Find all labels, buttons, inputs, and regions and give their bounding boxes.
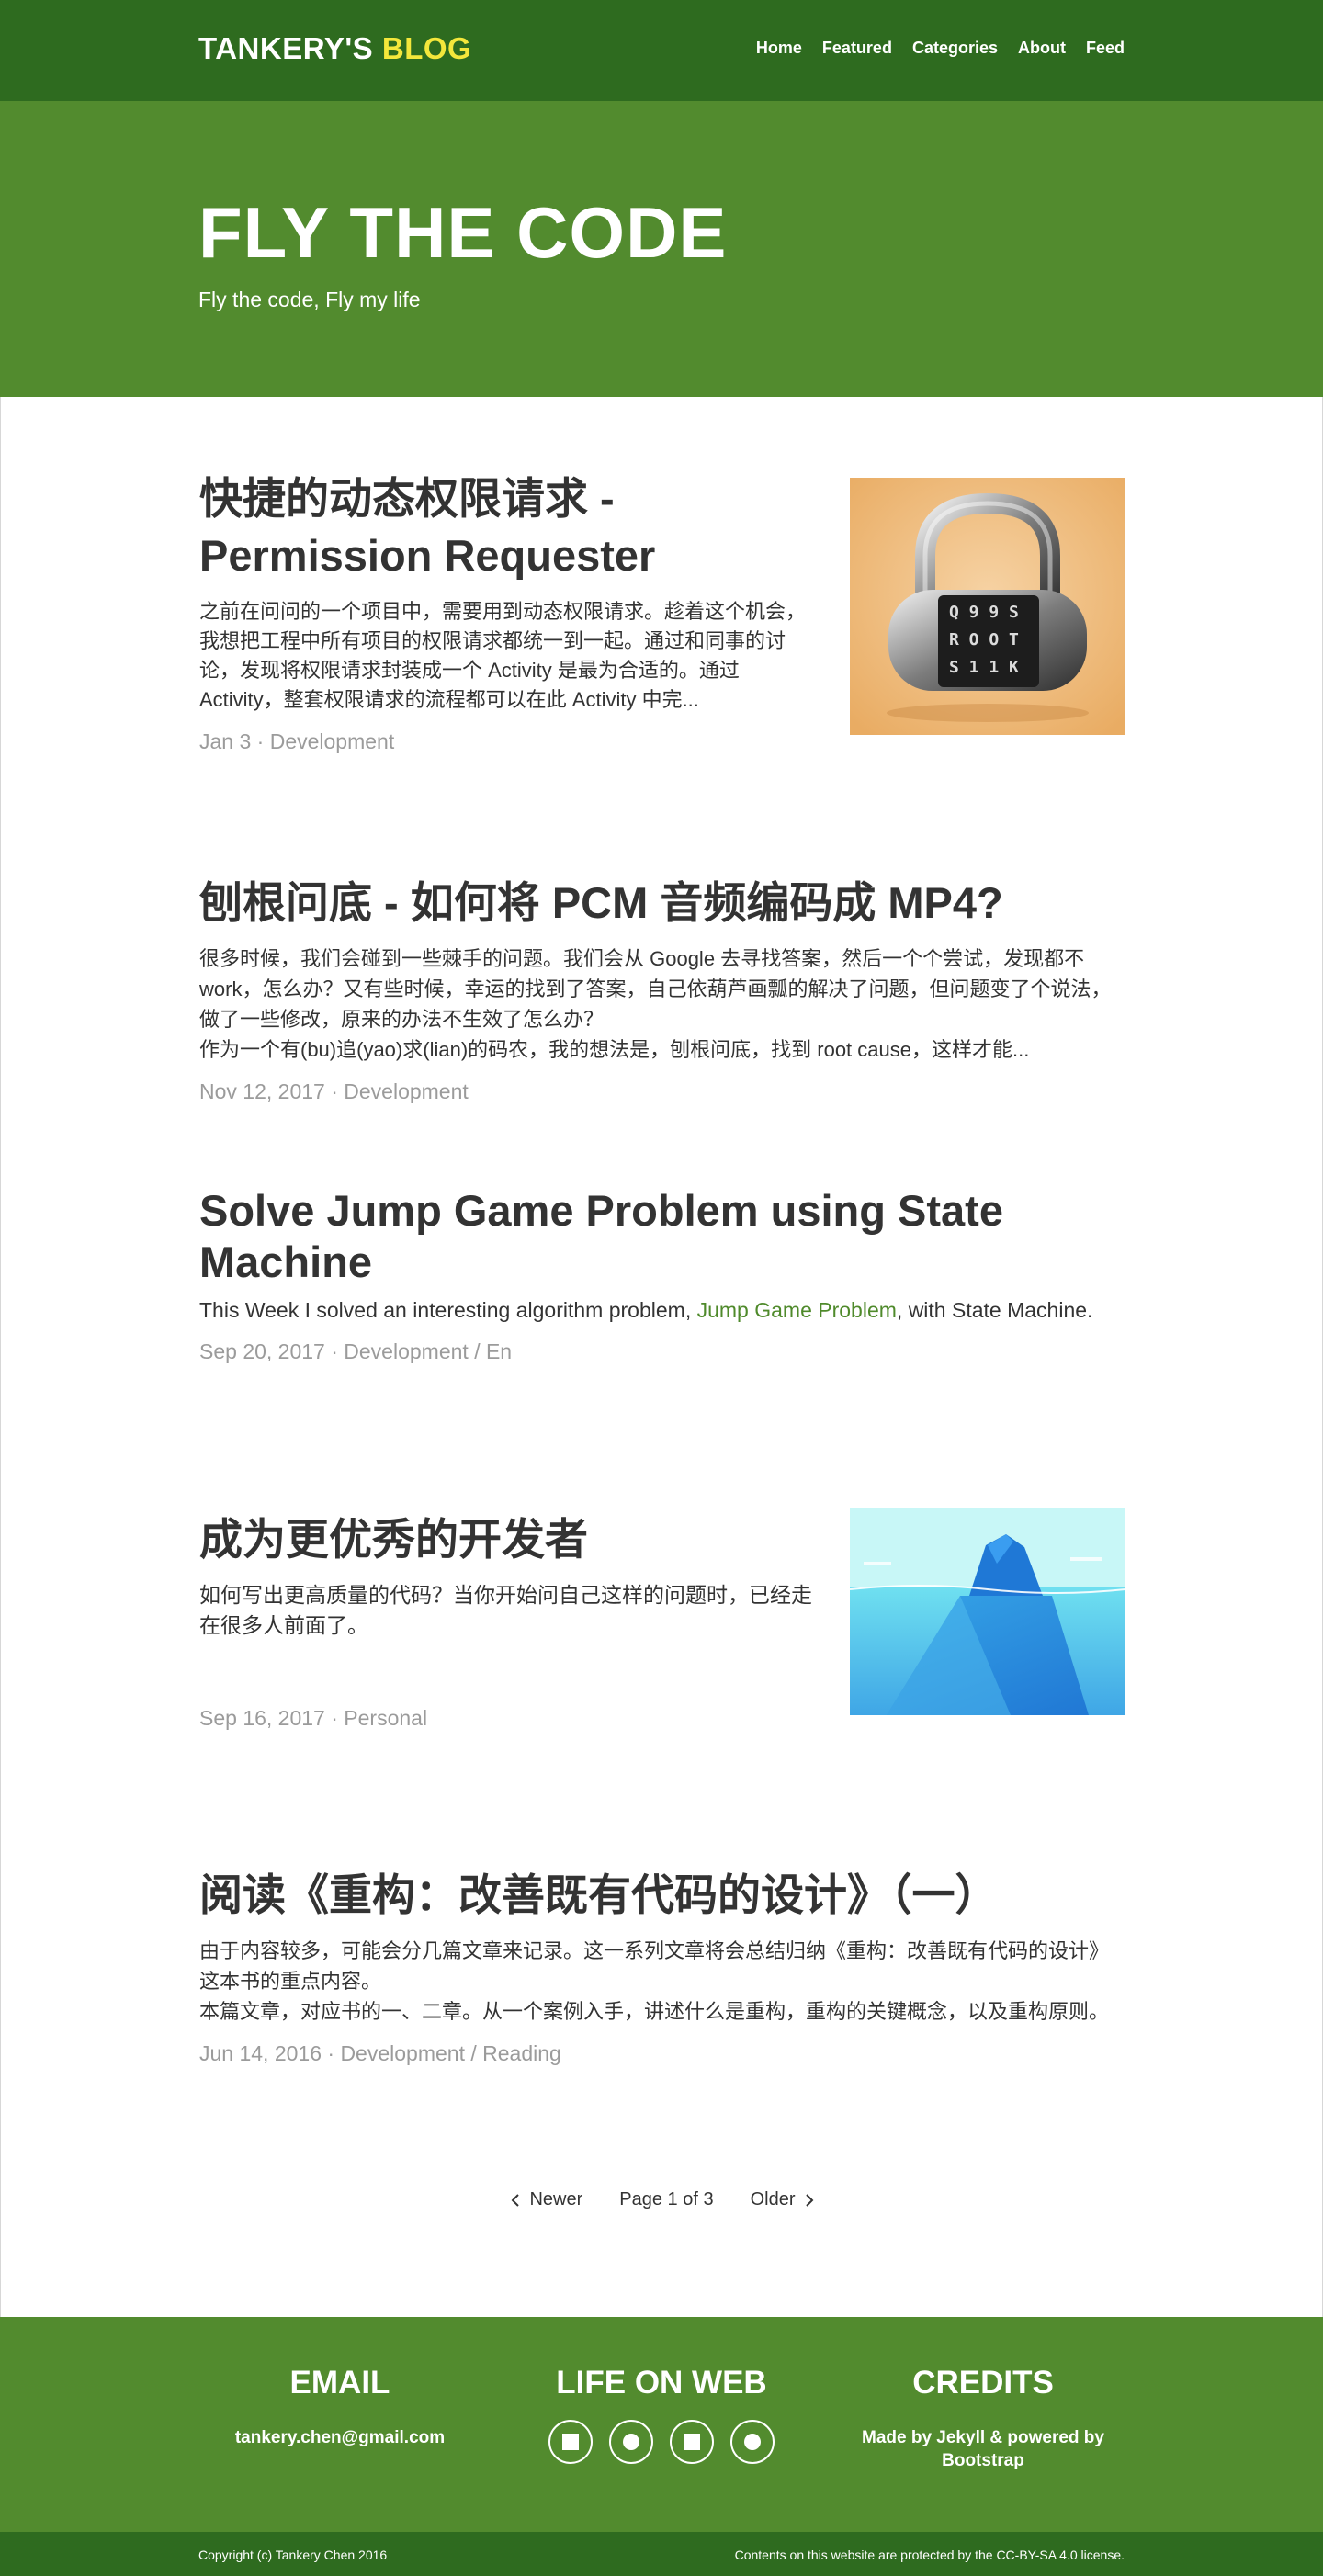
post-excerpt: 很多时候，我们会碰到一些棘手的问题。我们会从 Google 去寻找答案，然后一个… [199, 943, 1125, 1065]
social-link-4[interactable] [730, 2420, 775, 2464]
site-logo[interactable]: TANKERY'S BLOG [198, 31, 471, 66]
post-list: 快捷的动态权限请求 - Permission Requester 之前在问问的一… [0, 397, 1323, 2317]
post-thumbnail-iceberg[interactable] [849, 1508, 1126, 1715]
pagination: Newer Page 1 of 3 Older [1, 2189, 1323, 2210]
nav-categories[interactable]: Categories [912, 39, 998, 58]
chevron-right-icon [805, 2193, 813, 2207]
svg-text:Q 9 9 S: Q 9 9 S [949, 603, 1019, 622]
footer-credits-title: CREDITS [912, 2365, 1054, 2401]
site-footer: EMAIL tankery.chen@gmail.com LIFE ON WEB… [0, 2317, 1323, 2532]
older-button[interactable]: Older [751, 2189, 814, 2210]
post-meta[interactable]: Sep 20, 2017 · Development / En [199, 1339, 1125, 1364]
post-excerpt-line: 本篇文章，对应书的一、二章。从一个案例入手，讲述什么是重构，重构的关键概念，以及… [199, 2000, 1110, 2024]
post-meta[interactable]: Jan 3 · Development [199, 729, 824, 754]
social-square-icon [562, 2434, 579, 2450]
page-indicator: Page 1 of 3 [619, 2189, 714, 2209]
post-excerpt-text: , with State Machine. [896, 1298, 1093, 1322]
social-square-icon [684, 2434, 700, 2450]
post-title-line: 快捷的动态权限请求 - [199, 474, 615, 523]
post-excerpt: This Week I solved an interesting algori… [199, 1297, 1125, 1325]
post-item: 阅读《重构：改善既有代码的设计》（一） 由于内容较多，可能会分几篇文章来记录。这… [199, 1867, 1125, 2066]
copyright-bar: Copyright (c) Tankery Chen 2016 Contents… [0, 2532, 1323, 2576]
brand-name: TANKERY'S [198, 31, 374, 65]
footer-credits-column: CREDITS Made by Jekyll & powered by Boot… [845, 2365, 1121, 2472]
newer-label: Newer [529, 2189, 583, 2209]
post-title[interactable]: 刨根问底 - 如何将 PCM 音频编码成 MP4? [199, 875, 1125, 931]
footer-email-title: EMAIL [289, 2365, 390, 2401]
post-excerpt-line: 由于内容较多，可能会分几篇文章来记录。这一系列文章将会总结归纳《重构：改善既有代… [199, 1939, 1110, 1994]
email-link[interactable]: tankery.chen@gmail.com [202, 2427, 478, 2450]
nav-about[interactable]: About [1018, 39, 1066, 58]
post-meta[interactable]: Jun 14, 2016 · Development / Reading [199, 2041, 1125, 2066]
post-excerpt: 之前在问问的一个项目中，需要用到动态权限请求。趁着这个机会，我想把工程中所有项目… [199, 600, 807, 711]
post-title[interactable]: 阅读《重构：改善既有代码的设计》（一） [199, 1867, 1125, 1923]
post-item: 刨根问底 - 如何将 PCM 音频编码成 MP4? 很多时候，我们会碰到一些棘手… [199, 875, 1125, 1104]
post-excerpt: 如何写出更高质量的代码？当你开始问自己这样的问题时，已经走在很多人前面了。 [199, 1583, 812, 1637]
social-link-2[interactable] [609, 2420, 653, 2464]
social-link-1[interactable] [548, 2420, 593, 2464]
nav-feed[interactable]: Feed [1086, 39, 1125, 58]
main-nav: Home Featured Categories About Feed [756, 39, 1125, 58]
footer-email-column: EMAIL tankery.chen@gmail.com [202, 2365, 478, 2450]
post-title[interactable]: Solve Jump Game Problem using State Mach… [199, 1185, 1125, 1288]
padlock-image: Q 9 9 S R O O T S 1 1 K [850, 478, 1125, 735]
credits-text: Made by Jekyll & powered by Bootstrap [862, 2428, 1104, 2470]
nav-home[interactable]: Home [756, 39, 802, 58]
post-excerpt: 由于内容较多，可能会分几篇文章来记录。这一系列文章将会总结归纳《重构：改善既有代… [199, 1936, 1125, 2027]
nav-featured[interactable]: Featured [822, 39, 892, 58]
copyright-text: Copyright (c) Tankery Chen 2016 [198, 2548, 388, 2562]
post-excerpt-text: This Week I solved an interesting algori… [199, 1298, 697, 1322]
hero-title: FLY THE CODE [198, 192, 728, 273]
post-item: 成为更优秀的开发者 如何写出更高质量的代码？当你开始问自己这样的问题时，已经走在… [199, 1511, 824, 1731]
svg-text:R O O T: R O O T [949, 630, 1019, 650]
post-thumbnail-lock[interactable]: Q 9 9 S R O O T S 1 1 K [850, 478, 1125, 735]
jump-game-link[interactable]: Jump Game Problem [697, 1298, 897, 1322]
social-circle-icon [623, 2434, 639, 2450]
social-link-3[interactable] [670, 2420, 714, 2464]
post-title-line: Permission Requester [199, 531, 656, 580]
older-label: Older [750, 2189, 796, 2209]
post-item: 快捷的动态权限请求 - Permission Requester 之前在问问的一… [199, 470, 824, 754]
post-excerpt-line: 很多时候，我们会碰到一些棘手的问题。我们会从 Google 去寻找答案，然后一个… [199, 947, 1112, 1032]
newer-button[interactable]: Newer [511, 2189, 582, 2210]
hero-subtitle: Fly the code, Fly my life [198, 288, 421, 311]
post-excerpt-line: 作为一个有(bu)追(yao)求(lian)的码农，我的想法是，刨根问底，找到 … [199, 1038, 1030, 1062]
footer-web-column: LIFE ON WEB [524, 2365, 799, 2464]
license-text: Contents on this website are protected b… [734, 2548, 1125, 2562]
brand-accent: BLOG [381, 31, 472, 65]
chevron-left-icon [512, 2193, 520, 2207]
iceberg-image [849, 1508, 1126, 1715]
social-circle-icon [744, 2434, 761, 2450]
post-title[interactable]: 快捷的动态权限请求 - Permission Requester [199, 470, 824, 584]
social-links [524, 2420, 799, 2464]
top-navbar: TANKERY'S BLOG Home Featured Categories … [0, 0, 1323, 101]
svg-text:S 1 1 K: S 1 1 K [949, 658, 1019, 677]
post-title[interactable]: 成为更优秀的开发者 [199, 1511, 824, 1567]
post-meta[interactable]: Sep 16, 2017 · Personal [199, 1706, 824, 1731]
hero-banner: FLY THE CODE Fly the code, Fly my life [0, 101, 1323, 397]
post-item: Solve Jump Game Problem using State Mach… [199, 1185, 1125, 1364]
footer-web-title: LIFE ON WEB [556, 2365, 767, 2401]
post-meta[interactable]: Nov 12, 2017 · Development [199, 1079, 1125, 1104]
